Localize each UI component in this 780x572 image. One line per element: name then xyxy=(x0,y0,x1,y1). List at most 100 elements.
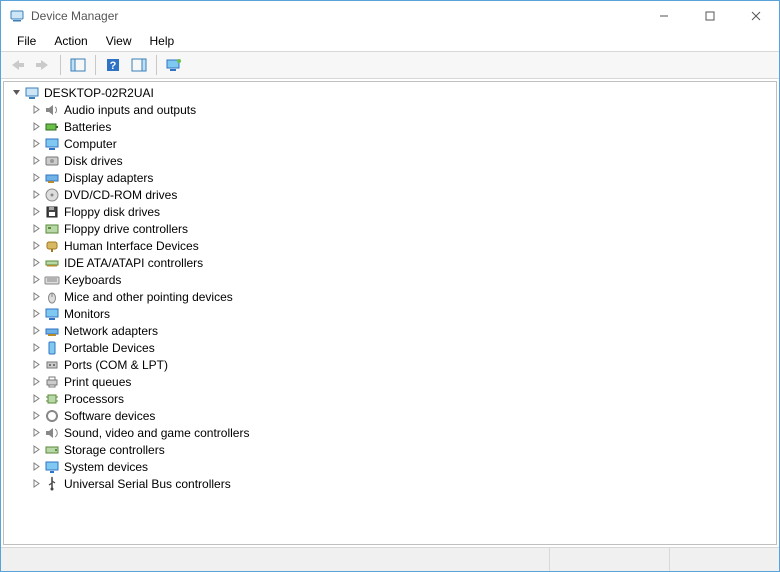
caret-right-icon[interactable] xyxy=(30,206,42,218)
floppy-controller-icon xyxy=(44,221,60,237)
tree-category-node[interactable]: Universal Serial Bus controllers xyxy=(10,475,776,492)
battery-icon xyxy=(44,119,60,135)
caret-right-icon[interactable] xyxy=(30,308,42,320)
menu-action[interactable]: Action xyxy=(46,32,95,50)
status-cell xyxy=(1,548,549,571)
caret-right-icon[interactable] xyxy=(30,478,42,490)
caret-down-icon[interactable] xyxy=(10,87,22,99)
tree-root-label: DESKTOP-02R2UAI xyxy=(44,86,154,100)
action-pane-button[interactable] xyxy=(127,54,151,76)
disk-icon xyxy=(44,153,60,169)
caret-right-icon[interactable] xyxy=(30,325,42,337)
caret-right-icon[interactable] xyxy=(30,291,42,303)
tree-category-node[interactable]: Human Interface Devices xyxy=(10,237,776,254)
show-hide-tree-button[interactable] xyxy=(66,54,90,76)
tree-category-node[interactable]: Floppy drive controllers xyxy=(10,220,776,237)
tree-category-node[interactable]: Disk drives xyxy=(10,152,776,169)
tree-category-label: Human Interface Devices xyxy=(64,239,199,253)
caret-right-icon[interactable] xyxy=(30,189,42,201)
optical-icon xyxy=(44,187,60,203)
caret-right-icon[interactable] xyxy=(30,427,42,439)
window-controls xyxy=(641,1,779,31)
back-button[interactable] xyxy=(5,54,29,76)
toolbar-separator xyxy=(95,55,96,75)
tree-category-node[interactable]: Floppy disk drives xyxy=(10,203,776,220)
maximize-button[interactable] xyxy=(687,1,733,31)
tree-category-node[interactable]: Keyboards xyxy=(10,271,776,288)
caret-right-icon[interactable] xyxy=(30,155,42,167)
monitor-icon xyxy=(44,136,60,152)
tree-category-label: Network adapters xyxy=(64,324,158,338)
display-adapter-icon xyxy=(44,170,60,186)
caret-right-icon[interactable] xyxy=(30,274,42,286)
tree-category-node[interactable]: Mice and other pointing devices xyxy=(10,288,776,305)
caret-right-icon[interactable] xyxy=(30,342,42,354)
caret-right-icon[interactable] xyxy=(30,376,42,388)
tree-category-label: Floppy disk drives xyxy=(64,205,160,219)
caret-right-icon[interactable] xyxy=(30,461,42,473)
hid-icon xyxy=(44,238,60,254)
tree-category-node[interactable]: Software devices xyxy=(10,407,776,424)
caret-right-icon[interactable] xyxy=(30,240,42,252)
tree-category-label: Monitors xyxy=(64,307,110,321)
caret-right-icon[interactable] xyxy=(30,410,42,422)
tree-category-label: Mice and other pointing devices xyxy=(64,290,233,304)
caret-right-icon[interactable] xyxy=(30,359,42,371)
tree-category-label: Disk drives xyxy=(64,154,123,168)
toolbar: ? xyxy=(1,51,779,79)
window-title: Device Manager xyxy=(31,9,118,23)
menu-view[interactable]: View xyxy=(98,32,140,50)
minimize-button[interactable] xyxy=(641,1,687,31)
network-icon xyxy=(44,323,60,339)
tree-root-node[interactable]: DESKTOP-02R2UAI xyxy=(10,84,776,101)
tree-category-node[interactable]: Batteries xyxy=(10,118,776,135)
tree-category-label: Sound, video and game controllers xyxy=(64,426,249,440)
ports-icon xyxy=(44,357,60,373)
status-cell xyxy=(669,548,779,571)
svg-text:?: ? xyxy=(110,60,117,72)
portable-icon xyxy=(44,340,60,356)
help-button[interactable]: ? xyxy=(101,54,125,76)
toolbar-separator xyxy=(156,55,157,75)
tree-category-node[interactable]: Network adapters xyxy=(10,322,776,339)
tree-category-node[interactable]: System devices xyxy=(10,458,776,475)
scan-hardware-button[interactable] xyxy=(162,54,186,76)
tree-category-node[interactable]: Sound, video and game controllers xyxy=(10,424,776,441)
tree-category-node[interactable]: Print queues xyxy=(10,373,776,390)
forward-button[interactable] xyxy=(31,54,55,76)
tree-category-node[interactable]: IDE ATA/ATAPI controllers xyxy=(10,254,776,271)
titlebar: Device Manager xyxy=(1,1,779,31)
sound-icon xyxy=(44,425,60,441)
menu-file[interactable]: File xyxy=(9,32,44,50)
caret-right-icon[interactable] xyxy=(30,223,42,235)
ide-icon xyxy=(44,255,60,271)
caret-right-icon[interactable] xyxy=(30,257,42,269)
caret-right-icon[interactable] xyxy=(30,138,42,150)
tree-category-label: Storage controllers xyxy=(64,443,165,457)
menu-help[interactable]: Help xyxy=(142,32,183,50)
tree-category-label: Portable Devices xyxy=(64,341,155,355)
tree-category-node[interactable]: Computer xyxy=(10,135,776,152)
cpu-icon xyxy=(44,391,60,407)
caret-right-icon[interactable] xyxy=(30,121,42,133)
tree-category-node[interactable]: Ports (COM & LPT) xyxy=(10,356,776,373)
tree-category-node[interactable]: Processors xyxy=(10,390,776,407)
tree-category-label: Batteries xyxy=(64,120,111,134)
tree-category-node[interactable]: Portable Devices xyxy=(10,339,776,356)
tree-category-node[interactable]: Monitors xyxy=(10,305,776,322)
tree-category-label: Universal Serial Bus controllers xyxy=(64,477,231,491)
tree-category-node[interactable]: DVD/CD-ROM drives xyxy=(10,186,776,203)
caret-right-icon[interactable] xyxy=(30,444,42,456)
caret-right-icon[interactable] xyxy=(30,104,42,116)
tree-category-node[interactable]: Audio inputs and outputs xyxy=(10,101,776,118)
tree-category-label: IDE ATA/ATAPI controllers xyxy=(64,256,203,270)
tree-category-label: Ports (COM & LPT) xyxy=(64,358,168,372)
tree-category-node[interactable]: Storage controllers xyxy=(10,441,776,458)
close-button[interactable] xyxy=(733,1,779,31)
tree-category-label: Print queues xyxy=(64,375,131,389)
device-tree-panel[interactable]: DESKTOP-02R2UAI Audio inputs and outputs… xyxy=(3,81,777,545)
device-tree: DESKTOP-02R2UAI Audio inputs and outputs… xyxy=(4,84,776,492)
caret-right-icon[interactable] xyxy=(30,393,42,405)
caret-right-icon[interactable] xyxy=(30,172,42,184)
tree-category-node[interactable]: Display adapters xyxy=(10,169,776,186)
